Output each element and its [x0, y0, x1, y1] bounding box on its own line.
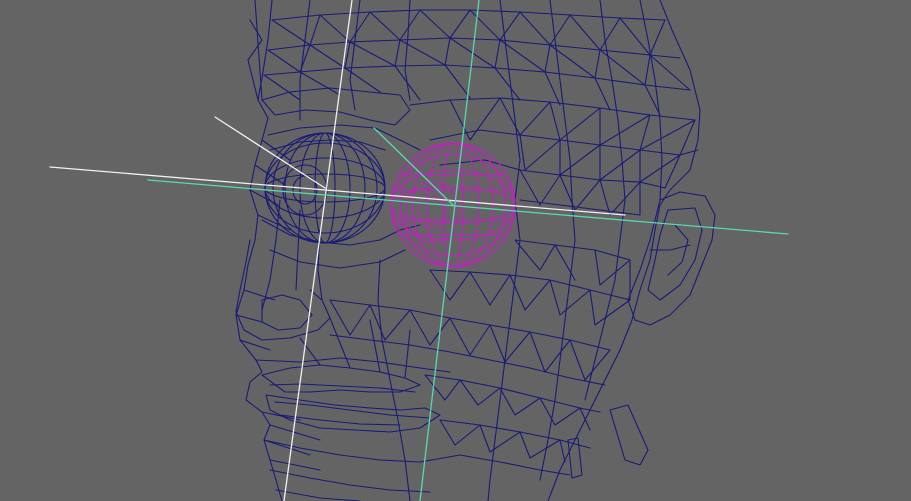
- head-profile-outline: [235, 0, 283, 501]
- edge-loop-9: [329, 334, 606, 386]
- edge-loop-6: [519, 169, 666, 189]
- pivot-axes[interactable]: [49, 0, 789, 501]
- eye-socket-lower: [261, 219, 421, 269]
- wireframe-scene[interactable]: [0, 0, 911, 501]
- edge-loop-4: [409, 97, 696, 121]
- nose-bridge-lines: [261, 199, 323, 311]
- neck-piece: [567, 404, 649, 479]
- iris-ring: [405, 181, 459, 243]
- pupil-ring: [417, 195, 447, 229]
- upper-lip: [261, 364, 421, 393]
- horizontal-axis-green[interactable]: [147, 179, 789, 235]
- mesh-forehead-strip: [247, 0, 263, 101]
- 3d-viewport[interactable]: [0, 0, 911, 501]
- vertical-axis-white[interactable]: [283, 0, 353, 501]
- edge-loop-3: [263, 64, 691, 91]
- edge-ring-6: [584, 0, 626, 401]
- head-wireframe-mesh[interactable]: [235, 0, 716, 501]
- lower-lip: [265, 394, 441, 433]
- mesh-triangles-cheek: [329, 169, 641, 463]
- edge-loop-11: [439, 419, 591, 449]
- edge-ring-8: [377, 259, 411, 501]
- ear-outline: [627, 191, 716, 326]
- edge-loop-10: [424, 374, 601, 413]
- edge-ring-2: [349, 0, 361, 111]
- edge-ring-4: [487, 0, 521, 501]
- edge-loop-12: [459, 454, 571, 476]
